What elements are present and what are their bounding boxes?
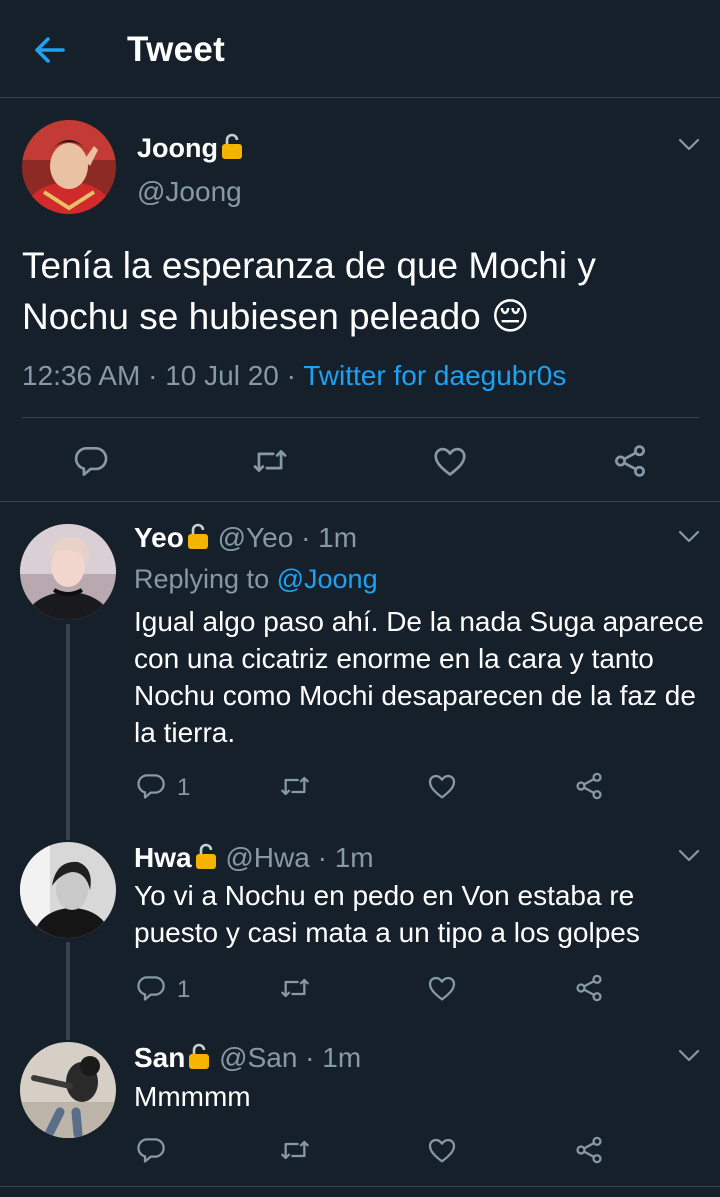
reply-tweet[interactable]: San @San · 1m Mmmmm (0, 1022, 720, 1186)
retweet-icon[interactable] (278, 1134, 312, 1166)
chevron-down-icon[interactable] (678, 530, 700, 544)
thread-line (66, 822, 70, 840)
reply-count: 1 (177, 976, 191, 1003)
tweet-date: 10 Jul 20 (165, 360, 279, 391)
reply-time: 1m (318, 522, 358, 553)
tweet-source-link[interactable]: Twitter for daegubr0s (303, 360, 566, 391)
thread-line (66, 942, 70, 1022)
avatar[interactable] (22, 120, 116, 214)
back-arrow-icon[interactable] (30, 32, 70, 68)
reply-text: Igual algo paso ahí. De la nada Suga apa… (134, 606, 704, 748)
avatar[interactable] (20, 1042, 116, 1138)
meta-separator: · (301, 522, 311, 553)
reply-icon[interactable] (134, 972, 168, 1004)
author-handle[interactable]: @San (219, 1042, 297, 1073)
reply-icon[interactable] (134, 1134, 168, 1166)
reply-header: Hwa @Hwa · 1m (134, 842, 374, 874)
meta-separator: · (148, 360, 158, 391)
lock-icon (194, 842, 218, 870)
reply-header: Yeo @Yeo · 1m (134, 522, 357, 554)
reply-icon[interactable] (134, 770, 168, 802)
tweet-text: Tenía la esperanza de que Mochi y Nochu … (22, 245, 596, 337)
author-handle[interactable]: @Yeo (218, 522, 294, 553)
reply-icon[interactable] (71, 442, 111, 480)
tweet-time: 12:36 AM (22, 360, 141, 391)
tweet-meta: 12:36 AM · 10 Jul 20 · Twitter for daegu… (22, 360, 566, 392)
divider (0, 1186, 720, 1187)
chevron-down-icon[interactable] (678, 138, 700, 152)
avatar[interactable] (20, 842, 116, 938)
chevron-down-icon[interactable] (678, 1049, 700, 1063)
divider (22, 417, 699, 418)
lock-icon (187, 1042, 211, 1070)
reply-tweet[interactable]: Yeo @Yeo · 1m Replying to @Joong Igual a… (0, 502, 720, 822)
reply-text: Mmmmm (134, 1081, 251, 1112)
author-name[interactable]: Hwa (134, 842, 192, 873)
meta-separator: · (286, 360, 296, 391)
reply-text: Yo vi a Nochu en pedo en Von estaba re p… (134, 880, 640, 948)
mention-link[interactable]: @Joong (277, 564, 378, 594)
author-name[interactable]: Joong (137, 132, 244, 164)
main-tweet: Joong @Joong Tenía la esperanza de que M… (0, 98, 720, 502)
author-handle[interactable]: @Hwa (225, 842, 309, 873)
like-icon[interactable] (425, 1134, 459, 1166)
retweet-icon[interactable] (278, 972, 312, 1004)
lock-icon (186, 522, 210, 550)
share-icon[interactable] (572, 1134, 606, 1166)
share-icon[interactable] (610, 442, 650, 480)
meta-separator: · (305, 1042, 315, 1073)
chevron-down-icon[interactable] (678, 849, 700, 863)
avatar[interactable] (20, 524, 116, 620)
share-icon[interactable] (572, 770, 606, 802)
replying-label: Replying to (134, 564, 270, 594)
author-name[interactable]: San (134, 1042, 185, 1073)
share-icon[interactable] (572, 972, 606, 1004)
reply-header: San @San · 1m (134, 1042, 361, 1074)
author-handle[interactable]: @Joong (137, 176, 242, 208)
like-icon[interactable] (425, 972, 459, 1004)
like-icon[interactable] (430, 442, 470, 480)
reply-tweet[interactable]: Hwa @Hwa · 1m Yo vi a Nochu en pedo en V… (0, 822, 720, 1022)
retweet-icon[interactable] (278, 770, 312, 802)
lock-icon (220, 132, 244, 160)
reply-time: 1m (334, 842, 374, 873)
reply-time: 1m (322, 1042, 362, 1073)
like-icon[interactable] (425, 770, 459, 802)
reply-count: 1 (177, 774, 191, 801)
thread-line (66, 624, 70, 822)
author-name[interactable]: Yeo (134, 522, 184, 553)
thread-line (66, 1022, 70, 1040)
top-bar: Tweet (0, 0, 720, 98)
meta-separator: · (317, 842, 327, 873)
retweet-icon[interactable] (250, 442, 290, 480)
page-title: Tweet (127, 30, 226, 69)
replying-to: Replying to @Joong (134, 564, 378, 595)
